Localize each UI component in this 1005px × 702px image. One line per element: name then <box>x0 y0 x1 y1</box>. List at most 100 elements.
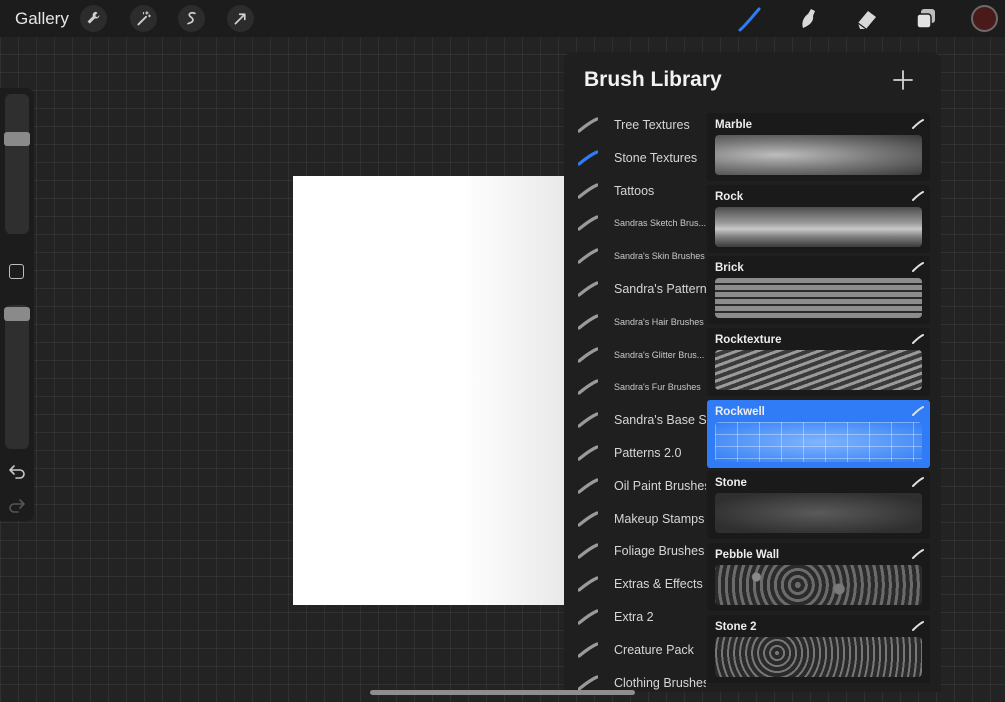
brush-stroke-icon <box>912 620 924 631</box>
plus-icon[interactable] <box>892 69 914 91</box>
brush-name: Marble <box>715 119 753 131</box>
brush-set-item[interactable]: Extra 2 <box>564 601 707 634</box>
brush-set-item[interactable]: Creature Pack <box>564 634 707 667</box>
brush-set-item[interactable]: Foliage Brushes <box>564 535 707 568</box>
left-sidebar <box>0 88 34 521</box>
brush-list: Marble Rock Brick Rocktexture Rockwell Stone P… <box>707 113 930 687</box>
color-picker-swatch[interactable] <box>971 5 998 32</box>
brush-set-item[interactable]: Sandra's Skin Brushes <box>564 240 707 273</box>
brush-set-item[interactable]: Sandra's Patterns <box>564 273 707 306</box>
brush-set-item[interactable]: Extras & Effects <box>564 568 707 601</box>
brush-stroke-icon <box>912 119 924 129</box>
brush-item[interactable]: Stone 2 <box>707 614 930 683</box>
brush-stroke-icon <box>578 674 598 691</box>
opacity-thumb[interactable] <box>4 307 30 321</box>
brush-set-item[interactable]: Sandras Sketch Brus... <box>564 207 707 240</box>
brush-set-label: Sandra's Base Set <box>614 413 706 428</box>
brush-set-list: Tree Textures Stone Textures Tattoos Sandra… <box>564 109 707 692</box>
brush-icon[interactable] <box>736 5 764 33</box>
brush-set-label: Oil Paint Brushes <box>614 478 706 493</box>
brush-stroke-icon <box>578 281 598 297</box>
opacity-slider[interactable] <box>5 305 29 449</box>
brush-item[interactable]: Brick <box>707 256 930 325</box>
brush-stroke-icon <box>578 412 598 428</box>
brush-stroke-icon <box>912 334 924 345</box>
brush-stroke-icon <box>912 190 924 201</box>
brush-set-item[interactable]: Sandra's Glitter Brus... <box>564 339 707 372</box>
brush-set-item[interactable]: Oil Paint Brushes <box>564 470 707 503</box>
brush-set-label: Sandra's Glitter Brus... <box>614 349 705 360</box>
brush-set-item[interactable]: Tree Textures <box>564 109 707 142</box>
brush-item[interactable]: Pebble Wall <box>707 543 930 612</box>
brush-set-label: Sandra's Skin Brushes <box>614 251 705 262</box>
brush-set-label: Extra 2 <box>614 609 654 624</box>
magic-wand-icon[interactable] <box>130 5 157 32</box>
library-title: Brush Library <box>584 68 722 91</box>
brush-set-label: Sandra's Fur Brushes <box>614 382 701 393</box>
brush-size-slider[interactable] <box>5 94 29 234</box>
brush-stroke-icon <box>578 445 598 461</box>
brush-set-label: Extras & Effects <box>614 577 703 592</box>
brush-set-label: Tattoos <box>614 183 655 198</box>
brush-stroke-icon <box>578 215 598 231</box>
brush-stroke-icon <box>578 379 598 395</box>
brush-set-label: Stone Textures <box>614 150 698 165</box>
brush-stroke-preview <box>715 206 922 247</box>
brush-set-item[interactable]: Makeup Stamps <box>564 503 707 536</box>
transform-arrow-icon[interactable] <box>227 5 254 32</box>
wrench-icon[interactable] <box>80 5 107 32</box>
eraser-icon[interactable] <box>853 5 881 33</box>
brush-stroke-icon <box>578 117 598 133</box>
brush-stroke-icon <box>912 262 924 273</box>
smudge-icon[interactable] <box>794 5 822 33</box>
brush-item[interactable]: Stone <box>707 471 930 540</box>
brush-size-thumb[interactable] <box>4 132 30 146</box>
brush-set-label: Creature Pack <box>614 642 694 657</box>
brush-stroke-icon <box>912 477 924 488</box>
brush-set-label: Sandra's Patterns <box>614 281 706 296</box>
brush-set-item[interactable]: Patterns 2.0 <box>564 437 707 470</box>
brush-item[interactable]: Marble <box>707 113 930 181</box>
brush-stroke-preview <box>715 350 922 391</box>
brush-stroke-preview <box>715 493 922 534</box>
brush-item[interactable]: Rocktexture <box>707 328 930 397</box>
brush-set-label: Foliage Brushes <box>614 544 705 559</box>
brush-name: Stone 2 <box>715 620 757 633</box>
layers-icon[interactable] <box>912 5 940 33</box>
brush-stroke-icon <box>578 576 598 592</box>
brush-set-label: Patterns 2.0 <box>614 445 682 460</box>
brush-stroke-icon <box>578 182 598 199</box>
brush-set-item[interactable]: Stone Textures <box>564 142 707 175</box>
brush-item[interactable]: Rockwell <box>707 399 930 468</box>
brush-set-item[interactable]: Clothing Brushes <box>564 667 707 692</box>
home-indicator[interactable] <box>370 690 635 695</box>
brush-library-panel: Brush Library Tree Textures Stone Texture… <box>564 52 941 692</box>
brush-stroke-preview <box>715 278 922 319</box>
undo-icon[interactable] <box>8 462 26 480</box>
brush-set-item[interactable]: Tattoos <box>564 175 707 208</box>
drawing-canvas[interactable] <box>293 176 564 605</box>
gallery-button[interactable]: Gallery <box>15 9 69 29</box>
brush-set-item[interactable]: Sandra's Hair Brushes <box>564 306 707 339</box>
brush-item[interactable]: Rock <box>707 184 930 253</box>
brush-stroke-icon <box>578 510 598 527</box>
brush-name: Pebble Wall <box>715 549 780 562</box>
brush-stroke-icon <box>578 150 598 166</box>
brush-name: Rocktexture <box>715 334 782 347</box>
brush-name: Rockwell <box>715 405 765 418</box>
brush-stroke-icon <box>578 248 598 264</box>
brush-set-label: Tree Textures <box>614 118 690 132</box>
brush-stroke-preview <box>715 636 922 677</box>
brush-stroke-icon <box>578 609 598 625</box>
brush-name: Brick <box>715 262 744 275</box>
brush-set-item[interactable]: Sandra's Fur Brushes <box>564 371 707 404</box>
modify-square-icon[interactable] <box>9 264 24 279</box>
brush-stroke-preview <box>715 135 922 175</box>
redo-icon[interactable] <box>8 496 26 514</box>
brush-stroke-icon <box>578 478 598 494</box>
brush-stroke-preview <box>715 565 922 606</box>
brush-stroke-icon <box>578 346 598 363</box>
brush-set-item[interactable]: Sandra's Base Set <box>564 404 707 437</box>
selection-icon[interactable] <box>178 5 205 32</box>
brush-name: Rock <box>715 190 744 203</box>
